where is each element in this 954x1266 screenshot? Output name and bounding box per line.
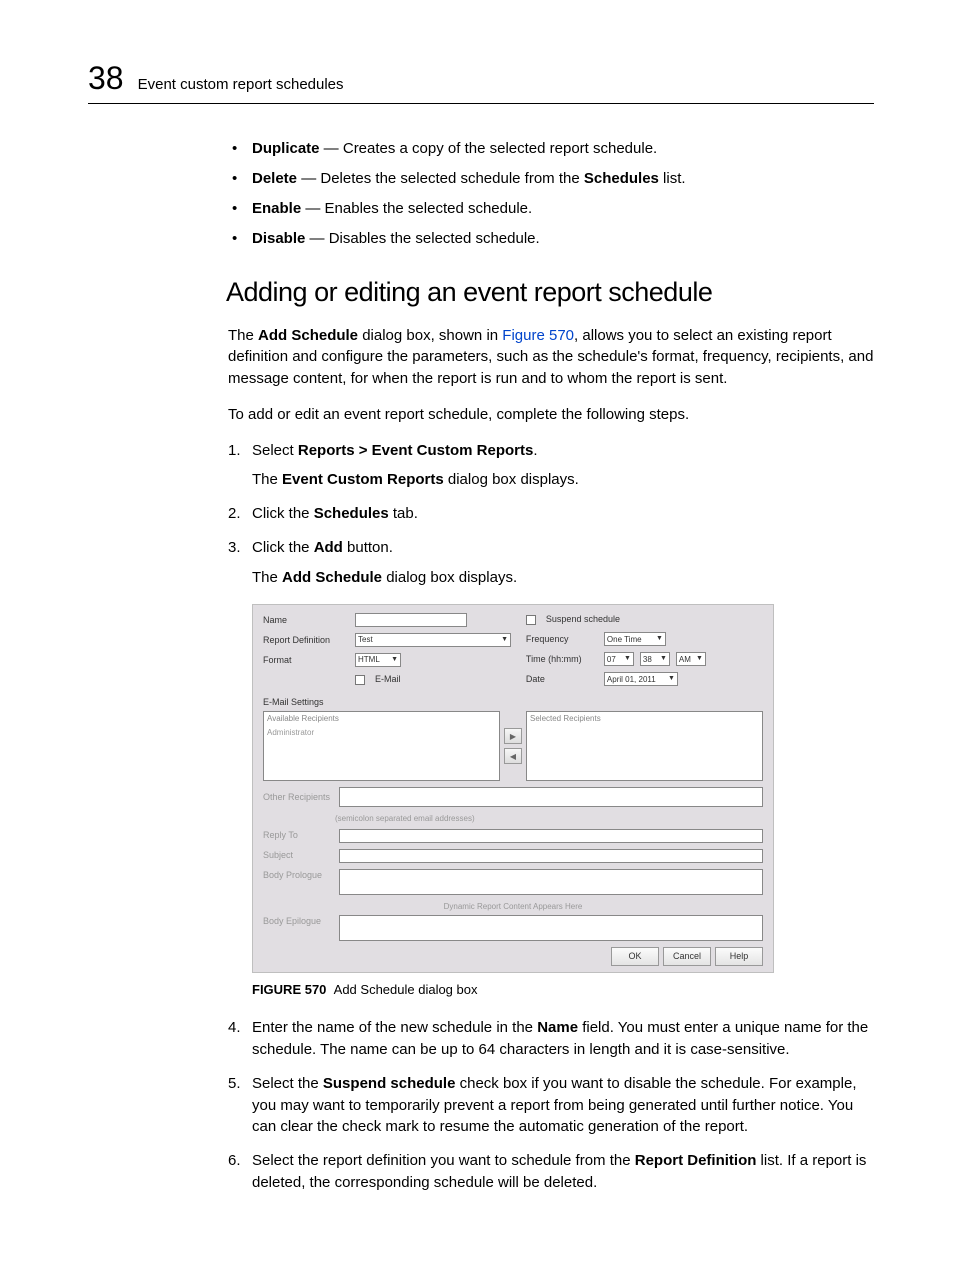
bullet-term: Delete [252,170,297,187]
reply-to-field[interactable] [339,829,763,843]
list-item: Duplicate — Creates a copy of the select… [228,138,874,160]
email-checkbox[interactable] [355,675,365,685]
chapter-title: Event custom report schedules [138,74,344,96]
chevron-down-icon: ▼ [501,635,508,645]
time-label: Time (hh:mm) [526,653,598,666]
available-recipients-list[interactable]: Available Recipients Administrator [263,711,500,781]
chevron-down-icon: ▼ [624,654,631,664]
list-item: Delete — Deletes the selected schedule f… [228,168,874,190]
date-label: Date [526,673,598,686]
bullet-term: Enable [252,200,301,217]
add-schedule-dialog: Name Report Definition Test▼ [252,604,774,972]
email-checkbox-label: E-Mail [375,673,401,686]
chevron-down-icon: ▼ [391,655,398,665]
chevron-down-icon: ▼ [656,634,663,644]
page-header: 38 Event custom report schedules [88,55,874,104]
bullet-desc: Disables the selected schedule. [329,230,540,247]
triangle-left-icon: ◀ [510,751,516,763]
bullet-desc: Deletes the selected schedule from the [320,170,583,187]
figure-caption: FIGURE 570 Add Schedule dialog box [252,981,874,1000]
ampm-select[interactable]: AM▼ [676,652,706,666]
date-select[interactable]: April 01, 2011▼ [604,672,678,686]
step-5: Select the Suspend schedule check box if… [228,1073,874,1138]
other-recipients-field[interactable] [339,787,763,807]
chevron-down-icon: ▼ [696,654,703,664]
list-item: Administrator [267,728,314,737]
frequency-label: Frequency [526,633,598,646]
body-epilogue-label: Body Epilogue [263,915,333,928]
subject-label: Subject [263,849,333,862]
hour-select[interactable]: 07▼ [604,652,634,666]
list-item: Disable — Disables the selected schedule… [228,228,874,250]
dynamic-content-note: Dynamic Report Content Appears Here [263,901,763,913]
selected-recipients-header: Selected Recipients [530,713,759,725]
bullet-desc: Enables the selected schedule. [325,200,533,217]
frequency-select[interactable]: One Time▼ [604,632,666,646]
step-1: Select Reports > Event Custom Reports. T… [228,440,874,492]
suspend-schedule-label: Suspend schedule [546,613,620,626]
bullet-term: Duplicate [252,140,320,157]
step-4: Enter the name of the new schedule in th… [228,1017,874,1061]
available-recipients-header: Available Recipients [267,713,496,725]
intro-paragraph-1: The Add Schedule dialog box, shown in Fi… [228,325,874,390]
email-settings-label: E-Mail Settings [263,696,763,709]
chevron-down-icon: ▼ [668,674,675,684]
body-epilogue-field[interactable] [339,915,763,941]
move-right-button[interactable]: ▶ [504,728,522,744]
help-button[interactable]: Help [715,947,763,966]
ok-button[interactable]: OK [611,947,659,966]
report-definition-label: Report Definition [263,634,349,647]
body-prologue-field[interactable] [339,869,763,895]
name-field[interactable] [355,613,467,627]
suspend-schedule-checkbox[interactable] [526,615,536,625]
step-3: Click the Add button. The Add Schedule d… [228,537,874,1000]
step-6: Select the report definition you want to… [228,1150,874,1194]
subject-field[interactable] [339,849,763,863]
intro-paragraph-2: To add or edit an event report schedule,… [228,404,874,426]
other-recipients-label: Other Recipients [263,791,333,804]
bullet-desc: Creates a copy of the selected report sc… [343,140,657,157]
figure-link[interactable]: Figure 570 [502,327,574,344]
chapter-number: 38 [88,55,124,101]
move-left-button[interactable]: ◀ [504,748,522,764]
name-label: Name [263,614,349,627]
action-bullet-list: Duplicate — Creates a copy of the select… [228,138,874,249]
format-label: Format [263,654,349,667]
format-select[interactable]: HTML▼ [355,653,401,667]
report-definition-select[interactable]: Test▼ [355,633,511,647]
triangle-right-icon: ▶ [510,731,516,743]
bullet-term: Disable [252,230,305,247]
other-recipients-note: (semicolon separated email addresses) [335,813,763,825]
selected-recipients-list[interactable]: Selected Recipients [526,711,763,781]
section-heading: Adding or editing an event report schedu… [226,273,874,312]
minute-select[interactable]: 38▼ [640,652,670,666]
body-prologue-label: Body Prologue [263,869,333,882]
list-item: Enable — Enables the selected schedule. [228,198,874,220]
cancel-button[interactable]: Cancel [663,947,711,966]
chevron-down-icon: ▼ [660,654,667,664]
reply-to-label: Reply To [263,829,333,842]
step-2: Click the Schedules tab. [228,503,874,525]
